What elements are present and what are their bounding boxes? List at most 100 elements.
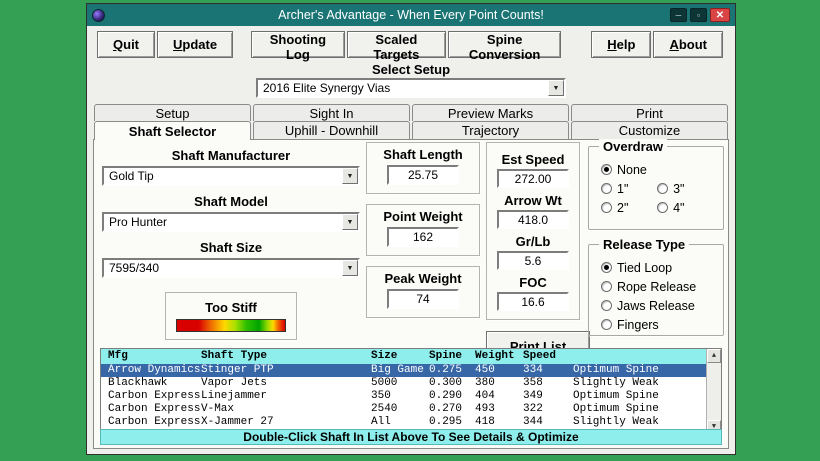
- cell-size: All: [371, 416, 391, 428]
- select-setup-label: Select Setup: [371, 62, 451, 77]
- column-header-weight: Weight: [475, 350, 515, 362]
- setup-select-combobox[interactable]: 2016 Elite Synergy Vias ▼: [256, 78, 566, 98]
- desktop-background: Archer's Advantage - When Every Point Co…: [0, 0, 820, 461]
- spine-gauge: Too Stiff: [165, 292, 297, 340]
- toolbar-button-label: About: [669, 37, 707, 52]
- table-row[interactable]: Carbon Express V-Max 2540 0.270 493 322 …: [101, 403, 706, 416]
- shaft-selector-panel: Shaft Manufacturer Gold Tip ▼ Shaft Mode…: [93, 139, 729, 449]
- tab-row-lower: Shaft Selector Uphill - Downhill Traject…: [87, 121, 735, 140]
- cell-spine: 0.275: [429, 364, 463, 376]
- computed-values-column: Est Speed 272.00 Arrow Wt 418.0 Gr/Lb 5.…: [486, 142, 590, 361]
- table-row[interactable]: Carbon Express X-Jammer 27 All 0.295 418…: [101, 416, 706, 429]
- dropdown-arrow-icon[interactable]: ▼: [342, 260, 358, 276]
- toolbar-button[interactable]: Update: [157, 31, 234, 58]
- tab[interactable]: Shaft Selector: [94, 121, 251, 140]
- cell-status: Slightly Weak: [573, 416, 659, 428]
- cell-shaft-type: X-Jammer 27: [201, 416, 274, 428]
- tab[interactable]: Preview Marks: [412, 104, 569, 121]
- overdraw-radio-option[interactable]: 3": [657, 179, 713, 198]
- peak-weight-group: Peak Weight 74: [366, 266, 480, 318]
- toolbar-button[interactable]: Help: [591, 31, 652, 58]
- toolbar-button-label: Update: [173, 37, 218, 52]
- release-type-radio-option[interactable]: Jaws Release: [601, 296, 723, 315]
- tab-label: Customize: [618, 123, 681, 138]
- gr-lb-label: Gr/Lb: [515, 234, 551, 249]
- cell-mfg: Carbon Express: [108, 403, 201, 415]
- overdraw-radio-option[interactable]: 4": [657, 198, 713, 217]
- minimize-button[interactable]: ─: [670, 8, 687, 22]
- cell-speed: 322: [523, 403, 543, 415]
- toolbar-button[interactable]: About: [653, 31, 723, 58]
- shaft-manufacturer-label: Shaft Manufacturer: [171, 148, 291, 163]
- maximize-button[interactable]: ▫: [690, 8, 707, 22]
- tab-label: Sight In: [309, 105, 354, 121]
- radio-icon: [601, 262, 612, 273]
- shaft-manufacturer-combobox[interactable]: Gold Tip ▼: [102, 166, 360, 186]
- point-weight-input[interactable]: 162: [387, 227, 459, 247]
- overdraw-radio-option[interactable]: None: [601, 160, 723, 179]
- tab[interactable]: Print: [571, 104, 728, 121]
- dropdown-arrow-icon[interactable]: ▼: [342, 168, 358, 184]
- shaft-model-combobox[interactable]: Pro Hunter ▼: [102, 212, 360, 232]
- shaft-manufacturer-value: Gold Tip: [109, 169, 154, 183]
- cell-weight: 418: [475, 416, 495, 428]
- window-title: Archer's Advantage - When Every Point Co…: [278, 8, 544, 22]
- overdraw-radio-option[interactable]: 2": [601, 198, 657, 217]
- cell-size: Big Game: [371, 364, 424, 376]
- toolbar-button[interactable]: Spine Conversion: [447, 31, 562, 62]
- cell-weight: 380: [475, 377, 495, 389]
- cell-status: Slightly Weak: [573, 377, 659, 389]
- toolbar-button[interactable]: Scaled Targets: [346, 31, 446, 62]
- table-scrollbar[interactable]: ▲ ▼: [706, 349, 721, 434]
- tab[interactable]: Sight In: [253, 104, 410, 121]
- dropdown-arrow-icon[interactable]: ▼: [548, 80, 564, 96]
- cell-weight: 450: [475, 364, 495, 376]
- cell-speed: 344: [523, 416, 543, 428]
- app-icon: [92, 8, 105, 22]
- column-header-mfg: Mfg: [108, 350, 128, 362]
- shaft-size-combobox[interactable]: 7595/340 ▼: [102, 258, 360, 278]
- tab[interactable]: Trajectory: [412, 121, 569, 139]
- cell-shaft-type: Stinger PTP: [201, 364, 274, 376]
- tab[interactable]: Uphill - Downhill: [253, 121, 410, 139]
- shaft-length-label: Shaft Length: [383, 147, 463, 162]
- tab[interactable]: Customize: [571, 121, 728, 139]
- point-weight-label: Point Weight: [383, 209, 463, 224]
- table-row[interactable]: Arrow Dynamics Stinger PTP Big Game 0.27…: [101, 364, 706, 377]
- cell-mfg: Blackhawk: [108, 377, 168, 389]
- release-type-group: Release Type Tied Loop Rope Release Jaws…: [588, 237, 724, 336]
- column-header-size: Size: [371, 350, 398, 362]
- table-body: Arrow Dynamics Stinger PTP Big Game 0.27…: [101, 364, 706, 434]
- cell-spine: 0.300: [429, 377, 463, 389]
- overdraw-radio-option[interactable]: 1": [601, 179, 657, 198]
- radio-option-label: 1": [617, 181, 629, 196]
- cell-mfg: Carbon Express: [108, 416, 201, 428]
- release-type-radio-option[interactable]: Tied Loop: [601, 258, 723, 277]
- radio-option-label: 4": [673, 200, 685, 215]
- radio-icon: [657, 183, 669, 194]
- toolbar-button[interactable]: Quit: [97, 31, 156, 58]
- peak-weight-input[interactable]: 74: [387, 289, 459, 309]
- table-row[interactable]: Carbon Express Linejammer 350 0.290 404 …: [101, 390, 706, 403]
- table-row[interactable]: Blackhawk Vapor Jets 5000 0.300 380 358 …: [101, 377, 706, 390]
- release-type-options: Tied Loop Rope Release Jaws Release Fing…: [589, 245, 723, 334]
- shaft-model-value: Pro Hunter: [109, 215, 168, 229]
- toolbar-button-label: Quit: [113, 37, 140, 52]
- footer-hint-bar: Double-Click Shaft In List Above To See …: [100, 429, 722, 445]
- cell-spine: 0.270: [429, 403, 463, 415]
- gr-lb-value: 5.6: [497, 251, 569, 270]
- scroll-up-icon[interactable]: ▲: [707, 349, 721, 363]
- radio-option-label: 2": [617, 200, 629, 215]
- release-type-radio-option[interactable]: Rope Release: [601, 277, 723, 296]
- app-window: Archer's Advantage - When Every Point Co…: [86, 3, 736, 455]
- radio-icon: [601, 281, 612, 292]
- dropdown-arrow-icon[interactable]: ▼: [342, 214, 358, 230]
- release-type-radio-option[interactable]: Fingers: [601, 315, 723, 334]
- tab[interactable]: Setup: [94, 104, 251, 121]
- shaft-length-input[interactable]: 25.75: [387, 165, 459, 185]
- cell-weight: 404: [475, 390, 495, 402]
- close-button[interactable]: ✕: [710, 8, 730, 22]
- toolbar-button[interactable]: Shooting Log: [251, 31, 345, 62]
- est-speed-value: 272.00: [497, 169, 569, 188]
- cell-shaft-type: Vapor Jets: [201, 377, 268, 389]
